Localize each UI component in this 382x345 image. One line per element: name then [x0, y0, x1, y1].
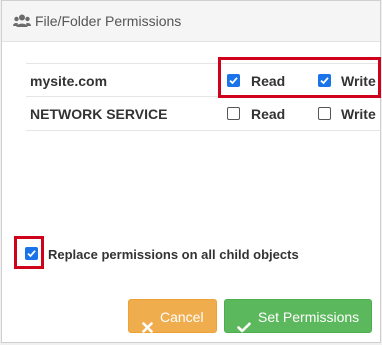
permissions-dialog: File/Folder Permissions mysite.com Read … — [1, 0, 381, 343]
set-permissions-button[interactable]: Set Permissions — [224, 299, 372, 333]
checkmark-icon — [237, 311, 251, 345]
read-label: Read — [251, 73, 286, 89]
cancel-label: Cancel — [160, 309, 204, 325]
dialog-title: File/Folder Permissions — [35, 13, 182, 29]
users-icon — [13, 13, 31, 29]
read-checkbox[interactable] — [227, 74, 240, 87]
principal-name: mysite.com — [30, 73, 108, 89]
write-checkbox[interactable] — [318, 107, 331, 120]
close-icon — [142, 311, 153, 345]
dialog-header: File/Folder Permissions — [2, 1, 380, 42]
principal-name: NETWORK SERVICE — [30, 106, 168, 122]
permission-row: mysite.com Read Write — [26, 63, 380, 97]
read-label: Read — [251, 106, 286, 122]
set-permissions-label: Set Permissions — [258, 309, 360, 325]
write-checkbox[interactable] — [318, 74, 331, 87]
write-label: Write — [341, 106, 376, 122]
permission-row: NETWORK SERVICE Read Write — [26, 97, 380, 131]
write-label: Write — [341, 73, 376, 89]
replace-permissions-label: Replace permissions on all child objects — [48, 247, 299, 262]
replace-permissions-checkbox[interactable] — [25, 247, 38, 260]
cancel-button[interactable]: Cancel — [128, 299, 217, 333]
read-checkbox[interactable] — [227, 107, 240, 120]
